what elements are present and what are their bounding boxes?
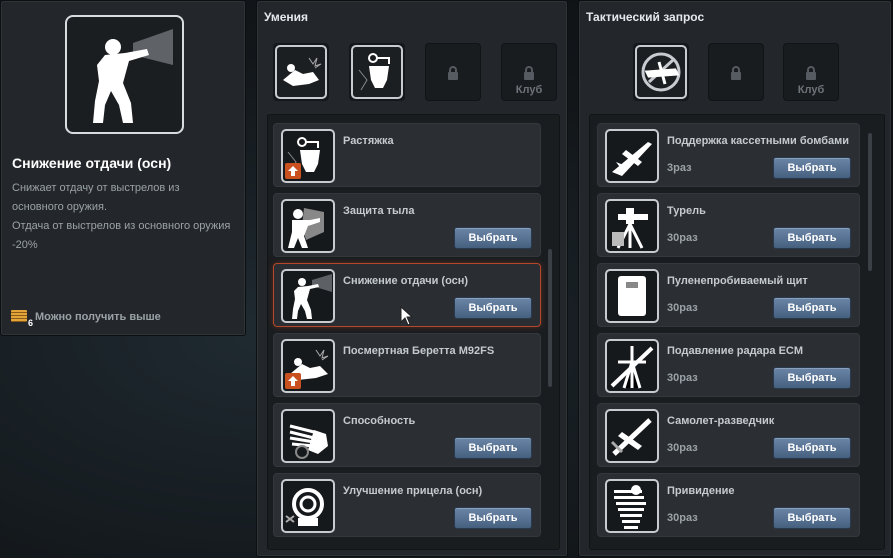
scope-upgrade-icon (281, 479, 335, 533)
list-item[interactable]: Растяжка (273, 123, 541, 187)
list-item[interactable]: Способность Выбрать (273, 403, 541, 467)
scrollbar[interactable] (868, 133, 872, 271)
club-label: Клуб (515, 84, 543, 96)
lock-icon (806, 66, 816, 80)
description-line: -20% (12, 239, 38, 251)
item-name: Растяжка (343, 135, 394, 147)
item-name: Способность (343, 415, 416, 427)
skills-title: Умения (264, 10, 309, 24)
skill-slot-locked (425, 43, 481, 101)
select-button[interactable]: Выбрать (773, 297, 851, 319)
list-item[interactable]: Улучшение прицела (осн) Выбрать (273, 473, 541, 537)
skill-slot-club: Клуб (501, 43, 557, 101)
select-button[interactable]: Выбрать (773, 157, 851, 179)
item-name: Турель (667, 205, 706, 217)
dead-soldier-icon (281, 339, 335, 393)
item-uses: 30раз (667, 302, 698, 314)
skills-panel: Умения Клуб Растяжка Защита тыла Выбрать… (256, 0, 568, 557)
list-item[interactable]: Пуленепробиваемый щит 30раз Выбрать (597, 263, 860, 327)
item-name: Привидение (667, 485, 735, 497)
select-button[interactable]: Выбрать (454, 227, 532, 249)
item-name: Улучшение прицела (осн) (343, 485, 483, 497)
tactical-panel: Тактический запрос Клуб Поддержка кассет… (578, 0, 892, 557)
unlock-text: Можно получить выше (35, 311, 161, 323)
tactical-list: Поддержка кассетными бомбами 3раз Выбрат… (589, 114, 885, 550)
select-button[interactable]: Выбрать (773, 437, 851, 459)
recoil-soldier-icon (281, 269, 335, 323)
turret-icon (605, 199, 659, 253)
description-line: Снижает отдачу от выстрелов из (12, 182, 180, 194)
item-uses: 30раз (667, 232, 698, 244)
item-name: Пуленепробиваемый щит (667, 275, 808, 287)
item-name: Подавление радара ECM (667, 345, 804, 357)
select-button[interactable]: Выбрать (454, 507, 532, 529)
mouse-cursor-icon (400, 306, 414, 326)
list-item[interactable]: Самолет-разведчик 30раз Выбрать (597, 403, 860, 467)
scrollbar[interactable] (548, 249, 552, 387)
grenade-tripwire-icon (281, 129, 335, 183)
skills-equipped-slots: Клуб (273, 43, 557, 101)
lock-icon (448, 66, 458, 80)
grenade-tripwire-icon (351, 45, 403, 99)
perk-title: Снижение отдачи (осн) (12, 155, 172, 171)
description-line: Отдача от выстрелов из основного оружия (12, 220, 231, 232)
item-uses: 30раз (667, 512, 698, 524)
list-item[interactable]: Посмертная Беретта M92FS (273, 333, 541, 397)
skill-slot-2[interactable] (349, 43, 405, 101)
description-line: основного оружия. (12, 201, 108, 213)
item-name: Самолет-разведчик (667, 415, 775, 427)
club-label: Клуб (797, 84, 825, 96)
perk-description: Снижает отдачу от выстрелов из основного… (12, 179, 242, 255)
item-name: Защита тыла (343, 205, 415, 217)
item-uses: 3раз (667, 162, 692, 174)
select-button[interactable]: Выбрать (454, 297, 532, 319)
item-name: Снижение отдачи (осн) (343, 275, 469, 287)
shield-icon (605, 269, 659, 323)
select-button[interactable]: Выбрать (773, 367, 851, 389)
dead-soldier-icon (275, 45, 327, 99)
item-uses: 30раз (667, 372, 698, 384)
hand-ability-icon (281, 409, 335, 463)
tactical-slot-locked (708, 43, 764, 101)
upgrade-arrow-icon (285, 163, 301, 179)
list-item[interactable]: Привидение 30раз Выбрать (597, 473, 860, 537)
item-uses: 30раз (667, 442, 698, 454)
item-name: Посмертная Беретта M92FS (343, 345, 495, 357)
select-button[interactable]: Выбрать (454, 437, 532, 459)
upgrade-arrow-icon (285, 373, 301, 389)
no-airplane-icon (635, 45, 687, 99)
list-item[interactable]: Турель 30раз Выбрать (597, 193, 860, 257)
select-button[interactable]: Выбрать (773, 507, 851, 529)
tactical-slot-1[interactable] (633, 43, 689, 101)
lock-icon (524, 66, 534, 80)
skills-list: Растяжка Защита тыла Выбрать Снижение от… (267, 114, 560, 550)
lock-icon (731, 66, 741, 80)
list-item[interactable]: Защита тыла Выбрать (273, 193, 541, 257)
tactical-equipped-slots: Клуб (633, 43, 839, 101)
skill-slot-1[interactable] (273, 43, 329, 101)
list-item[interactable]: Поддержка кассетными бомбами 3раз Выбрат… (597, 123, 860, 187)
item-name: Поддержка кассетными бомбами (667, 135, 849, 147)
list-item[interactable]: Подавление радара ECM 30раз Выбрать (597, 333, 860, 397)
jet-icon (605, 129, 659, 183)
select-button[interactable]: Выбрать (773, 227, 851, 249)
recoil-soldier-icon (65, 15, 184, 134)
unlock-requirement: 6 Можно получить выше (11, 309, 161, 328)
tactical-slot-club: Клуб (783, 43, 839, 101)
rank-icon: 6 (11, 309, 33, 328)
scout-plane-icon (605, 409, 659, 463)
rank-number: 6 (27, 318, 33, 328)
ghost-icon (605, 479, 659, 533)
back-guard-icon (281, 199, 335, 253)
radar-jam-icon (605, 339, 659, 393)
tactical-title: Тактический запрос (586, 10, 705, 24)
perk-info-panel: Снижение отдачи (осн) Снижает отдачу от … (0, 0, 246, 336)
